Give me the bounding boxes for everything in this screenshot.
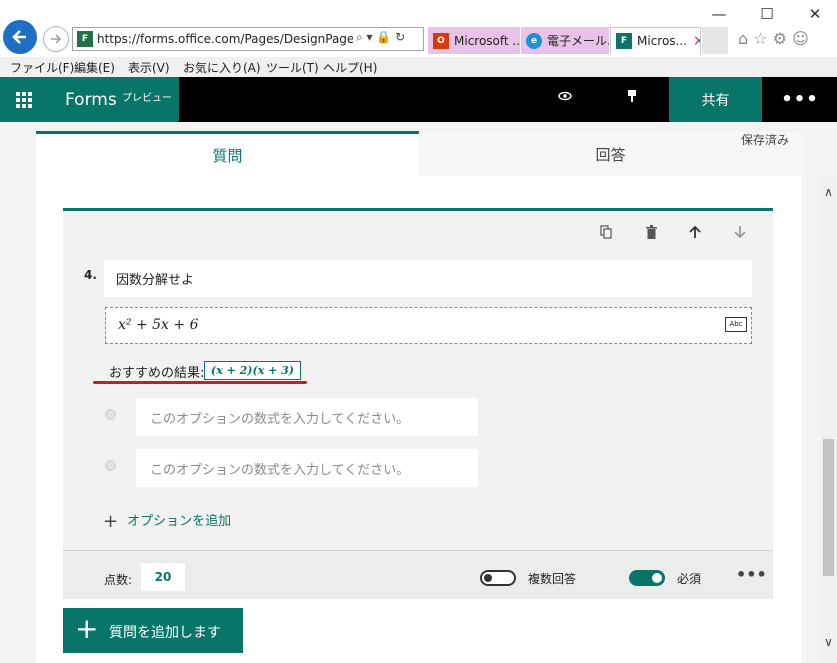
preview-eye-icon[interactable] (545, 90, 585, 110)
new-tab-button[interactable] (702, 27, 728, 54)
preview-badge: プレビュー (122, 93, 172, 104)
formula-text: x² + 5x + 6 (118, 317, 199, 333)
move-down-icon[interactable] (730, 225, 750, 243)
points-input[interactable]: 20 (141, 563, 185, 591)
question-number: 4. (84, 268, 97, 282)
chevron-down-icon[interactable]: ∨ (820, 635, 837, 649)
option-input[interactable]: このオプションの数式を入力してください。 (136, 449, 478, 487)
question-title-input[interactable]: 因数分解せよ (104, 260, 752, 297)
forms-favicon-icon: F (77, 31, 93, 47)
menu-help[interactable]: ヘルプ(H) (323, 59, 377, 76)
text-format-icon[interactable]: Abc (725, 317, 747, 332)
copy-icon[interactable] (596, 225, 616, 243)
menu-tools[interactable]: ツール(T) (266, 59, 319, 76)
multiple-answers-label: 複数回答 (528, 572, 577, 586)
formula-input[interactable]: x² + 5x + 6 Abc (105, 307, 752, 344)
menu-favorites[interactable]: お気に入り(A) (183, 59, 261, 76)
add-option-label: オプションを追加 (127, 514, 232, 529)
browser-tab-forms[interactable]: F Micros... × (610, 27, 701, 54)
chevron-up-icon[interactable]: ∧ (820, 185, 837, 199)
browser-titlebar: F https://forms.office.com/Pages/DesignP… (0, 0, 837, 58)
forward-button[interactable] (43, 26, 69, 52)
address-bar[interactable]: F https://forms.office.com/Pages/DesignP… (72, 27, 424, 51)
browser-menubar: ファイル(F) 編集(E) 表示(V) お気に入り(A) ツール(T) ヘルプ(… (0, 57, 837, 78)
theme-brush-icon[interactable] (612, 89, 652, 109)
save-status: 保存済み (741, 133, 790, 147)
required-toggle[interactable] (629, 570, 665, 586)
option-radio[interactable] (105, 460, 116, 471)
recommendation-label: おすすめの結果: (109, 366, 205, 381)
recommended-answer[interactable]: (x + 2)(x + 3) (204, 361, 301, 380)
move-up-icon[interactable] (685, 225, 705, 243)
maximize-button[interactable]: ☐ (753, 3, 781, 25)
app-brand[interactable]: Forms プレビュー (48, 77, 179, 122)
tab-label: 電子メール... (547, 34, 609, 48)
browser-tab-email[interactable]: e 電子メール... (521, 27, 609, 54)
plus-icon: + (75, 612, 99, 645)
points-label: 点数: (104, 573, 133, 587)
tab-close-icon[interactable]: × (693, 33, 700, 49)
window-controls: — ☐ ✕ (705, 3, 835, 25)
red-underline-annotation (93, 381, 307, 384)
add-question-label: 質問を追加します (109, 625, 221, 641)
add-option-button[interactable]: + オプションを追加 (103, 510, 231, 532)
menu-edit[interactable]: 編集(E) (74, 59, 115, 76)
home-favorites-settings-icon[interactable]: ⌂ ☆ ⚙ ☺ (738, 29, 809, 48)
question-footer: 点数: 20 複数回答 必須 ••• (63, 550, 773, 599)
share-button[interactable]: 共有 (669, 77, 762, 122)
forms-header: Forms プレビュー 共有 ••• (0, 77, 837, 122)
tab-questions[interactable]: 質問 (36, 131, 419, 176)
add-question-button[interactable]: + 質問を追加します (63, 608, 243, 653)
tab-label: Microsoft ... (454, 33, 520, 48)
app-launcher-icon[interactable] (0, 77, 48, 122)
delete-icon[interactable] (641, 225, 661, 243)
close-window-button[interactable]: ✕ (801, 3, 829, 25)
forms-icon: F (616, 33, 632, 49)
back-button[interactable] (3, 20, 37, 54)
menu-file[interactable]: ファイル(F) (10, 59, 74, 76)
tab-label: Micros... (637, 34, 687, 48)
address-url[interactable]: https://forms.office.com/Pages/DesignPag… (97, 32, 353, 48)
more-options-icon[interactable]: ••• (780, 77, 820, 122)
question-more-icon[interactable]: ••• (736, 565, 767, 584)
address-actions-icon[interactable]: ⌕ ▾ 🔒 ↻ (356, 30, 405, 45)
ie-icon: e (526, 32, 542, 49)
app-name: Forms (65, 90, 117, 110)
scroll-thumb[interactable] (823, 439, 834, 576)
option-input[interactable]: このオプションの数式を入力してください。 (136, 398, 478, 436)
minimize-button[interactable]: — (705, 3, 733, 25)
back-arrow-icon (12, 30, 26, 44)
multiple-answers-toggle[interactable] (480, 570, 516, 586)
plus-icon: + (103, 511, 119, 532)
required-label: 必須 (677, 572, 702, 586)
scrollbar[interactable]: ∧ ∨ (820, 177, 837, 663)
option-radio[interactable] (105, 409, 116, 420)
browser-tab-microsoft[interactable]: O Microsoft ... (428, 27, 520, 54)
menu-view[interactable]: 表示(V) (128, 59, 170, 76)
office-icon: O (433, 32, 449, 49)
forward-arrow-icon (51, 34, 62, 44)
